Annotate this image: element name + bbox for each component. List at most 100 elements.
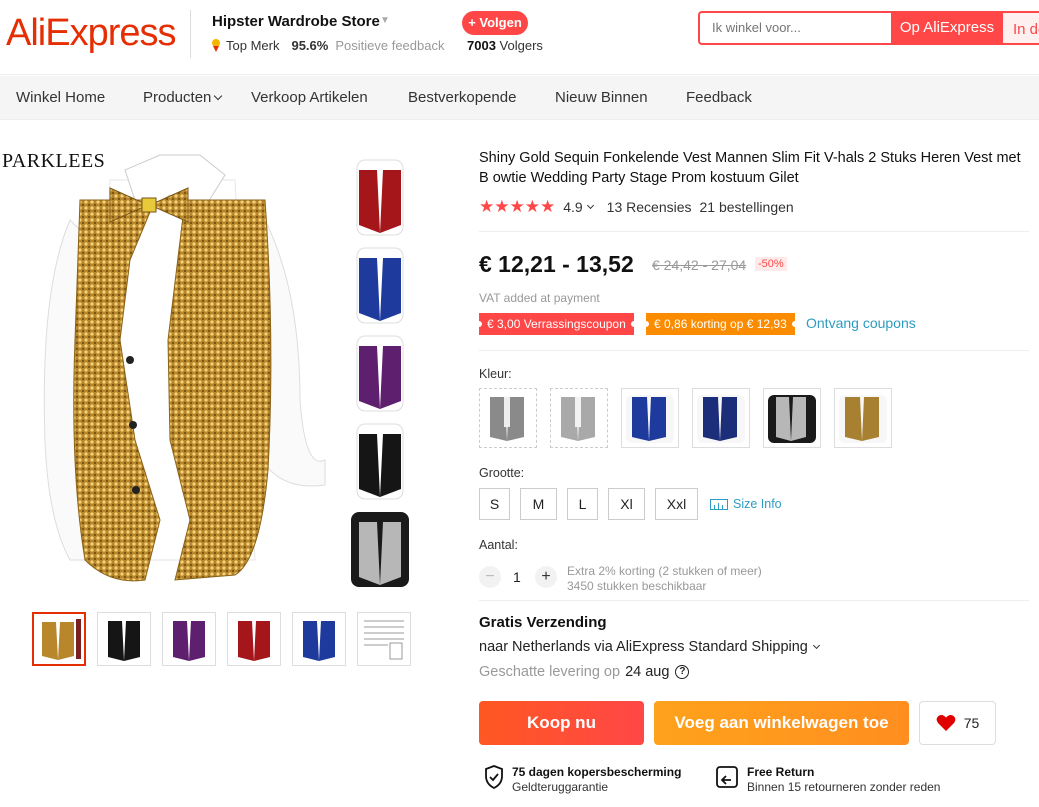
vest-preview-silver [351, 512, 409, 587]
feedback-label: Positieve feedback [335, 38, 445, 53]
color-swatch-navy[interactable] [692, 388, 750, 448]
shield-check-icon [485, 765, 503, 789]
vest-preview-black [356, 423, 404, 500]
size-option-s[interactable]: S [479, 488, 510, 520]
search-input[interactable] [712, 20, 882, 35]
search-aliexpress-button[interactable]: Op AliExpress [891, 11, 1003, 45]
search-box [698, 11, 892, 45]
top-brand-label: Top Merk [226, 38, 280, 53]
original-price: € 24,42 - 27,04 [652, 257, 747, 273]
buyer-protection-subtitle: Geldteruggarantie [512, 780, 609, 794]
product-main-image[interactable] [0, 140, 345, 595]
rating-score[interactable]: 4.9 [563, 199, 582, 215]
search-store-button[interactable]: In deze winkel [1003, 11, 1039, 45]
chevron-down-icon[interactable]: ▼ [380, 15, 390, 26]
store-coupon[interactable]: € 0,86 korting op € 12,93 [643, 313, 798, 335]
shipping-destination[interactable]: naar Netherlands via AliExpress Standard… [479, 639, 820, 655]
nav-item-new[interactable]: Nieuw Binnen [555, 89, 648, 106]
thumbnail-black[interactable] [97, 612, 151, 666]
size-label: Grootte: [479, 466, 525, 480]
nav-item-sale[interactable]: Verkoop Artikelen [251, 89, 368, 106]
size-option-xxl[interactable]: Xxl [655, 488, 698, 520]
color-swatch-gold[interactable] [834, 388, 892, 448]
divider [479, 231, 1029, 232]
buyer-protection-title: 75 dagen kopersbescherming [512, 765, 682, 779]
nav-item-bestsellers[interactable]: Bestverkopende [408, 89, 516, 106]
brand-watermark: PARKLEES [2, 150, 106, 172]
site-header: AliExpress Hipster Wardrobe Store ▼ Top … [0, 0, 1039, 75]
discount-badge: -50% [755, 257, 787, 271]
vat-note: VAT added at payment [479, 291, 600, 305]
wishlist-count: 75 [963, 715, 980, 731]
bulk-discount-note: Extra 2% korting (2 stukken of meer) [567, 564, 762, 578]
size-option-m[interactable]: M [520, 488, 557, 520]
delivery-date: 24 aug [625, 664, 670, 680]
divider [479, 350, 1029, 351]
color-swatch-royal-blue[interactable] [621, 388, 679, 448]
follow-button[interactable]: + Volgen [462, 11, 528, 35]
nav-item-products[interactable]: Producten [143, 89, 223, 106]
size-option-xl[interactable]: Xl [608, 488, 645, 520]
store-nav: Winkel Home Producten Verkoop Artikelen … [0, 76, 1039, 120]
feedback-percent: 95.6% [291, 38, 329, 53]
color-swatch-grey[interactable] [479, 388, 537, 448]
nav-item-home[interactable]: Winkel Home [16, 89, 105, 106]
shipping-destination-text: naar Netherlands via AliExpress Standard… [479, 639, 808, 655]
size-info-link[interactable]: Size Info [710, 497, 782, 511]
header-divider [190, 10, 191, 58]
color-preview-strip [351, 159, 409, 587]
chevron-down-icon [812, 641, 820, 650]
thumbnail-red[interactable] [227, 612, 281, 666]
reviews-link[interactable]: 13 Recensies [607, 199, 692, 215]
color-swatch-black-silver[interactable] [763, 388, 821, 448]
product-title: Shiny Gold Sequin Fonkelende Vest Mannen… [479, 150, 1021, 186]
ruler-icon [710, 498, 728, 510]
chevron-down-icon [214, 91, 223, 101]
quantity-increase-button[interactable]: + [535, 566, 557, 588]
free-return-title: Free Return [747, 765, 815, 779]
shipping-title: Gratis Verzending [479, 614, 607, 631]
aliexpress-logo[interactable]: AliExpress [6, 12, 176, 55]
help-icon[interactable]: ? [675, 665, 690, 679]
nav-item-feedback[interactable]: Feedback [686, 89, 752, 106]
free-return[interactable]: Free Return Binnen 15 retourneren zonder… [715, 765, 940, 794]
orders-count: 21 bestellingen [699, 199, 794, 215]
buyer-protection[interactable]: 75 dagen kopersbescherming Geldteruggara… [484, 765, 681, 794]
color-label: Kleur: [479, 367, 512, 381]
thumbnail-gold[interactable] [32, 612, 86, 666]
vest-preview-red [356, 159, 404, 236]
vest-preview-blue [356, 247, 404, 324]
return-icon [716, 766, 738, 788]
followers-count: 7003 Volgers [467, 38, 543, 53]
stock-available: 3450 stukken beschikbaar [567, 579, 707, 593]
thumbnail-blue[interactable] [292, 612, 346, 666]
quantity-value[interactable]: 1 [513, 569, 521, 585]
color-swatch-silver[interactable] [550, 388, 608, 448]
rating-stars: ★★★★★ [479, 197, 556, 216]
followers-label: Volgers [499, 38, 543, 53]
thumbnail-row [32, 612, 411, 666]
surprise-coupon[interactable]: € 3,00 Verrassingscoupon [476, 313, 637, 335]
divider [479, 600, 1029, 601]
delivery-estimate-label: Geschatte levering op [479, 664, 621, 680]
size-info-label: Size Info [733, 497, 782, 511]
heart-icon [936, 715, 956, 731]
get-coupons-link[interactable]: Ontvang coupons [806, 315, 916, 331]
add-to-cart-button[interactable]: Voeg aan winkelwagen toe [654, 701, 909, 745]
buy-now-button[interactable]: Koop nu [479, 701, 644, 745]
size-options: S M L Xl Xxl Size Info [479, 488, 782, 520]
chevron-down-icon[interactable] [586, 201, 594, 209]
quantity-decrease-button[interactable]: − [479, 566, 501, 588]
thumbnail-size-chart[interactable] [357, 612, 411, 666]
rating-row: ★★★★★ 4.9 13 Recensies 21 bestellingen [479, 197, 794, 217]
color-swatches [479, 388, 892, 448]
free-return-subtitle: Binnen 15 retourneren zonder reden [747, 780, 941, 794]
price: € 12,21 - 13,52 [479, 251, 634, 277]
store-name[interactable]: Hipster Wardrobe Store [212, 13, 380, 30]
wishlist-button[interactable]: 75 [919, 701, 996, 745]
quantity-label: Aantal: [479, 538, 518, 552]
nav-item-products-label: Producten [143, 89, 212, 106]
size-option-l[interactable]: L [567, 488, 598, 520]
medal-icon [210, 38, 222, 53]
thumbnail-purple[interactable] [162, 612, 216, 666]
